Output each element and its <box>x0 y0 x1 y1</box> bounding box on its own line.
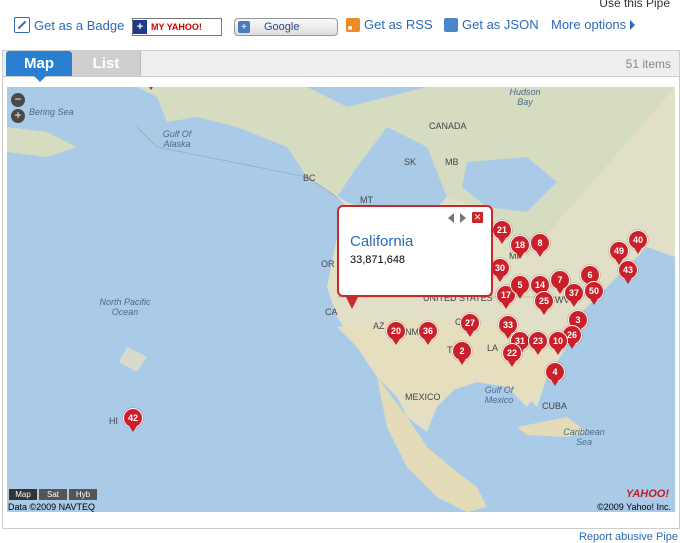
close-icon[interactable]: ✕ <box>472 212 483 223</box>
zoom-in-button[interactable]: + <box>11 109 25 123</box>
badge-icon <box>14 17 30 33</box>
report-abusive-link[interactable]: Report abusive Pipe <box>579 531 678 543</box>
popup-nav: ✕ <box>448 212 483 223</box>
map-marker[interactable]: 25 <box>534 291 554 315</box>
zoom-control: − + <box>11 93 25 123</box>
more-options-link[interactable]: More options <box>551 17 636 32</box>
map-label: Gulf Of Alaska <box>162 129 192 149</box>
popup-value: 33,871,648 <box>350 254 406 266</box>
map-label: CANADA <box>429 121 467 131</box>
tab-list[interactable]: List <box>72 51 141 76</box>
popup-title[interactable]: California <box>350 233 413 250</box>
info-popup: ✕ California 33,871,648 <box>337 205 493 309</box>
triangle-right-icon <box>630 19 636 30</box>
zoom-out-button[interactable]: − <box>11 93 25 107</box>
map-view[interactable]: − + Bering Sea Gulf Of Alaska Hudson Bay… <box>7 87 675 512</box>
map-marker[interactable]: 8 <box>530 233 550 257</box>
yahoo-logo: YAHOO! <box>625 488 669 500</box>
map-marker[interactable]: 22 <box>502 343 522 367</box>
next-arrow-icon[interactable] <box>460 212 466 223</box>
map-marker[interactable]: 5 <box>510 275 530 299</box>
pipe-output-panel: Map List 51 items − + Bering Sea Gulf Of… <box>2 50 680 529</box>
map-marker[interactable]: 49 <box>609 241 629 265</box>
map-marker[interactable]: 23 <box>528 331 548 355</box>
map-marker[interactable]: 50 <box>584 281 604 305</box>
map-type-hyb-button[interactable]: Hyb <box>69 489 97 500</box>
map-marker[interactable]: 4 <box>545 362 565 386</box>
add-to-google-button[interactable]: + Google <box>234 18 338 36</box>
plus-icon: + <box>238 21 250 33</box>
output-toolbar: Get as a Badge + MY YAHOO! + Google Get … <box>14 17 680 37</box>
map-marker[interactable]: 37 <box>564 283 584 307</box>
map-label: SK <box>404 157 417 167</box>
map-marker[interactable]: 2 <box>452 341 472 365</box>
view-tabs: Map List 51 items <box>3 51 679 82</box>
item-count: 51 items <box>625 57 671 71</box>
yahoo-copyright: ©2009 Yahoo! Inc. <box>597 502 671 512</box>
map-label: NM <box>405 327 419 337</box>
map-type-sat-button[interactable]: Sat <box>39 489 67 500</box>
map-data-copyright: Data ©2009 NAVTEQ <box>8 502 96 512</box>
map-marker[interactable]: 30 <box>490 258 510 282</box>
map-marker[interactable]: 21 <box>492 220 512 244</box>
map-marker[interactable]: 36 <box>418 321 438 345</box>
json-icon <box>444 17 458 32</box>
map-marker[interactable]: 40 <box>628 230 648 254</box>
get-json-link[interactable]: Get as JSON <box>444 17 539 32</box>
map-marker[interactable]: 27 <box>460 313 480 337</box>
map-label: CA <box>325 307 338 317</box>
map-label: Gulf Of Mexico <box>484 385 514 405</box>
previous-arrow-icon[interactable] <box>448 212 454 223</box>
map-label: MEXICO <box>405 392 441 402</box>
tab-map[interactable]: Map <box>6 51 72 82</box>
map-label: BC <box>303 173 316 183</box>
add-to-my-yahoo-button[interactable]: + MY YAHOO! <box>132 18 222 36</box>
map-label: MT <box>360 195 373 205</box>
map-marker[interactable]: 10 <box>548 331 568 355</box>
rss-icon <box>346 17 360 32</box>
use-this-pipe-link[interactable]: Use this Pipe <box>599 0 670 10</box>
map-type-map-button[interactable]: Map <box>9 489 37 500</box>
map-label: Caribbean Sea <box>563 427 605 447</box>
map-label: HI <box>109 416 118 426</box>
map-label: AZ <box>373 321 385 331</box>
map-type-switcher: Map Sat Hyb <box>9 489 97 500</box>
map-label: North Pacific Ocean <box>99 297 151 317</box>
get-rss-link[interactable]: Get as RSS <box>346 17 433 32</box>
map-label: Hudson Bay <box>509 87 541 107</box>
map-marker[interactable]: 42 <box>123 408 143 432</box>
map-marker[interactable]: 20 <box>386 321 406 345</box>
map-label: MB <box>445 157 459 167</box>
map-marker[interactable]: 43 <box>618 260 638 284</box>
map-label: OR <box>321 259 335 269</box>
plus-icon: + <box>133 20 147 34</box>
get-badge-link[interactable]: Get as a Badge <box>14 17 124 33</box>
map-label: LA <box>487 343 499 353</box>
map-label: CUBA <box>542 401 568 411</box>
map-label: Bering Sea <box>29 107 74 117</box>
map-marker[interactable]: 18 <box>510 235 530 259</box>
